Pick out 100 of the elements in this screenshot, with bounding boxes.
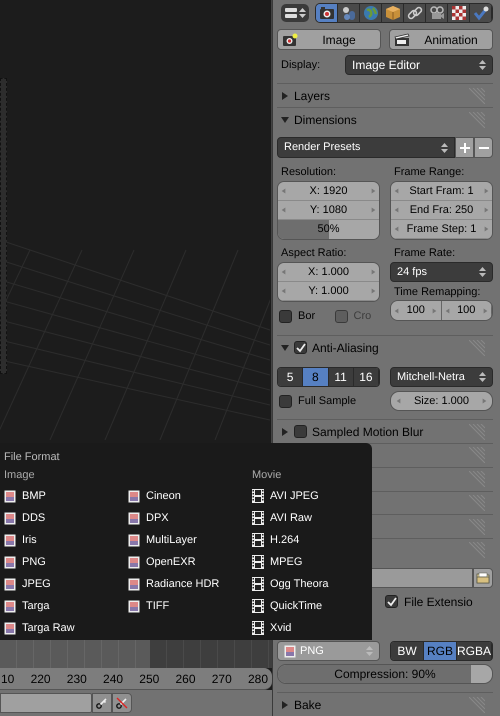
right-arrow-icon <box>432 308 438 314</box>
sample-count-button[interactable]: 8 <box>303 368 328 386</box>
menu-item[interactable]: BMP <box>4 485 128 507</box>
image-file-icon <box>284 644 296 658</box>
frame-rate-dropdown[interactable]: 24 fps <box>390 262 493 282</box>
number-field[interactable]: Y: 1.000 <box>278 282 379 302</box>
menu-item[interactable]: MPEG <box>252 551 368 573</box>
keying-set-field[interactable] <box>0 693 92 713</box>
checkbox[interactable] <box>294 341 307 354</box>
color-mode-button[interactable]: BW <box>391 642 424 660</box>
checkbox[interactable] <box>279 310 292 323</box>
checker-icon <box>450 4 466 21</box>
color-mode-button[interactable]: RGB <box>424 642 457 660</box>
menu-item[interactable]: DDS <box>4 507 128 529</box>
clapperboard-icon <box>394 32 410 47</box>
file-extensions-option[interactable]: File Extensio <box>385 592 473 611</box>
panel-header[interactable]: Bake <box>277 692 493 716</box>
browse-folder-button[interactable] <box>473 568 493 588</box>
sample-count-button[interactable]: 11 <box>328 368 354 386</box>
menu-item[interactable]: H.264 <box>252 529 368 551</box>
number-field[interactable]: 100 <box>391 301 442 320</box>
frame-number: 10 <box>1 670 14 688</box>
frame-number: 220 <box>30 670 51 688</box>
menu-item[interactable]: Radiance HDR <box>128 573 252 595</box>
panel-title: Layers <box>294 88 332 105</box>
insert-keyframe-button[interactable] <box>92 693 112 713</box>
remove-preset-button[interactable] <box>474 137 493 158</box>
add-preset-button[interactable] <box>455 137 474 158</box>
image-file-icon <box>4 622 16 634</box>
menu-item[interactable]: Iris <box>4 529 128 551</box>
compression-slider[interactable]: Compression: 90% <box>277 664 493 684</box>
percentage-slider[interactable]: 50% <box>278 220 379 240</box>
left-arrow-icon <box>281 207 286 214</box>
number-field[interactable]: 100 <box>442 301 492 320</box>
left-arrow-icon <box>396 398 401 404</box>
menu-item[interactable]: PNG <box>4 551 128 573</box>
menu-item[interactable]: Targa Raw <box>4 617 128 639</box>
display-dropdown[interactable]: Image Editor <box>345 55 493 76</box>
checkbox[interactable] <box>279 394 292 408</box>
menu-item[interactable]: Ogg Theora <box>252 573 368 595</box>
menu-item[interactable]: OpenEXR <box>128 551 252 573</box>
filter-dropdown[interactable]: Mitchell-Netra <box>390 367 493 388</box>
size-field[interactable]: Size: 1.000 <box>390 391 493 412</box>
frame-number: 280 <box>248 670 268 688</box>
menu-item[interactable]: AVI JPEG <box>252 485 368 507</box>
frame-rate-label: Frame Rate: <box>393 246 456 262</box>
number-field[interactable]: X: 1.000 <box>278 263 379 282</box>
properties-tab[interactable] <box>316 4 338 22</box>
image-file-icon <box>4 556 16 568</box>
menu-item[interactable]: Xvid <box>252 617 368 639</box>
checkbox[interactable] <box>385 595 398 608</box>
border-option[interactable]: Bor <box>279 308 324 324</box>
properties-tab[interactable] <box>426 4 448 22</box>
sample-count-button[interactable]: 5 <box>278 368 304 386</box>
plus-icon <box>460 142 470 153</box>
frame-ruler[interactable]: 10 220 230 240 250 260 270 280 <box>0 668 272 690</box>
number-field[interactable]: Y: 1080 <box>278 201 379 220</box>
panel-header[interactable]: Layers <box>277 83 493 108</box>
render-image-button[interactable]: Image <box>277 29 381 50</box>
number-field[interactable]: Frame Step: 1 <box>391 220 492 240</box>
left-arrow-icon <box>394 188 399 194</box>
number-field[interactable]: End Fra: 250 <box>391 201 492 220</box>
menu-item[interactable]: AVI Raw <box>252 507 368 529</box>
editor-type-button[interactable] <box>281 4 309 22</box>
image-file-icon <box>4 512 16 524</box>
properties-tab[interactable] <box>448 4 470 22</box>
checkbox[interactable] <box>294 425 307 438</box>
right-arrow-icon <box>370 269 376 276</box>
image-file-icon <box>4 534 16 546</box>
properties-tab[interactable] <box>382 4 404 22</box>
menu-item[interactable]: TIFF <box>128 595 252 617</box>
properties-tab[interactable] <box>404 4 426 22</box>
sample-count-button[interactable]: 16 <box>354 368 379 386</box>
frame-number: 250 <box>139 670 160 688</box>
menu-item[interactable]: JPEG <box>4 573 128 595</box>
expanded-arrow-icon <box>281 344 289 352</box>
render-animation-button[interactable]: Animation <box>389 29 493 50</box>
chain-link-icon <box>406 4 422 21</box>
render-presets-dropdown[interactable]: Render Presets <box>277 137 455 158</box>
full-sample-option[interactable]: Full Sample <box>277 391 380 412</box>
left-arrow-icon <box>281 269 286 276</box>
image-file-icon <box>128 490 140 502</box>
delete-keyframe-button[interactable] <box>112 693 132 713</box>
updown-arrow-icon <box>479 371 486 384</box>
right-arrow-icon <box>484 207 489 214</box>
menu-item[interactable]: QuickTime <box>252 595 368 617</box>
properties-tab[interactable] <box>470 4 492 22</box>
film-icon <box>252 511 264 525</box>
panel-header[interactable]: Dimensions <box>277 107 493 132</box>
menu-item[interactable]: MultiLayer <box>128 529 252 551</box>
number-field[interactable]: Start Fram: 1 <box>391 182 492 202</box>
right-arrow-icon <box>484 188 489 194</box>
properties-tab[interactable] <box>338 4 360 22</box>
color-mode-button[interactable]: RGBA <box>457 642 492 660</box>
menu-item[interactable]: Targa <box>4 595 128 617</box>
menu-item[interactable]: DPX <box>128 507 252 529</box>
aspect-ratio-label: Aspect Ratio: <box>280 246 348 262</box>
number-field[interactable]: X: 1920 <box>278 182 379 202</box>
panel-header[interactable]: Anti-Aliasing <box>277 335 493 360</box>
menu-item[interactable]: Cineon <box>128 485 252 507</box>
